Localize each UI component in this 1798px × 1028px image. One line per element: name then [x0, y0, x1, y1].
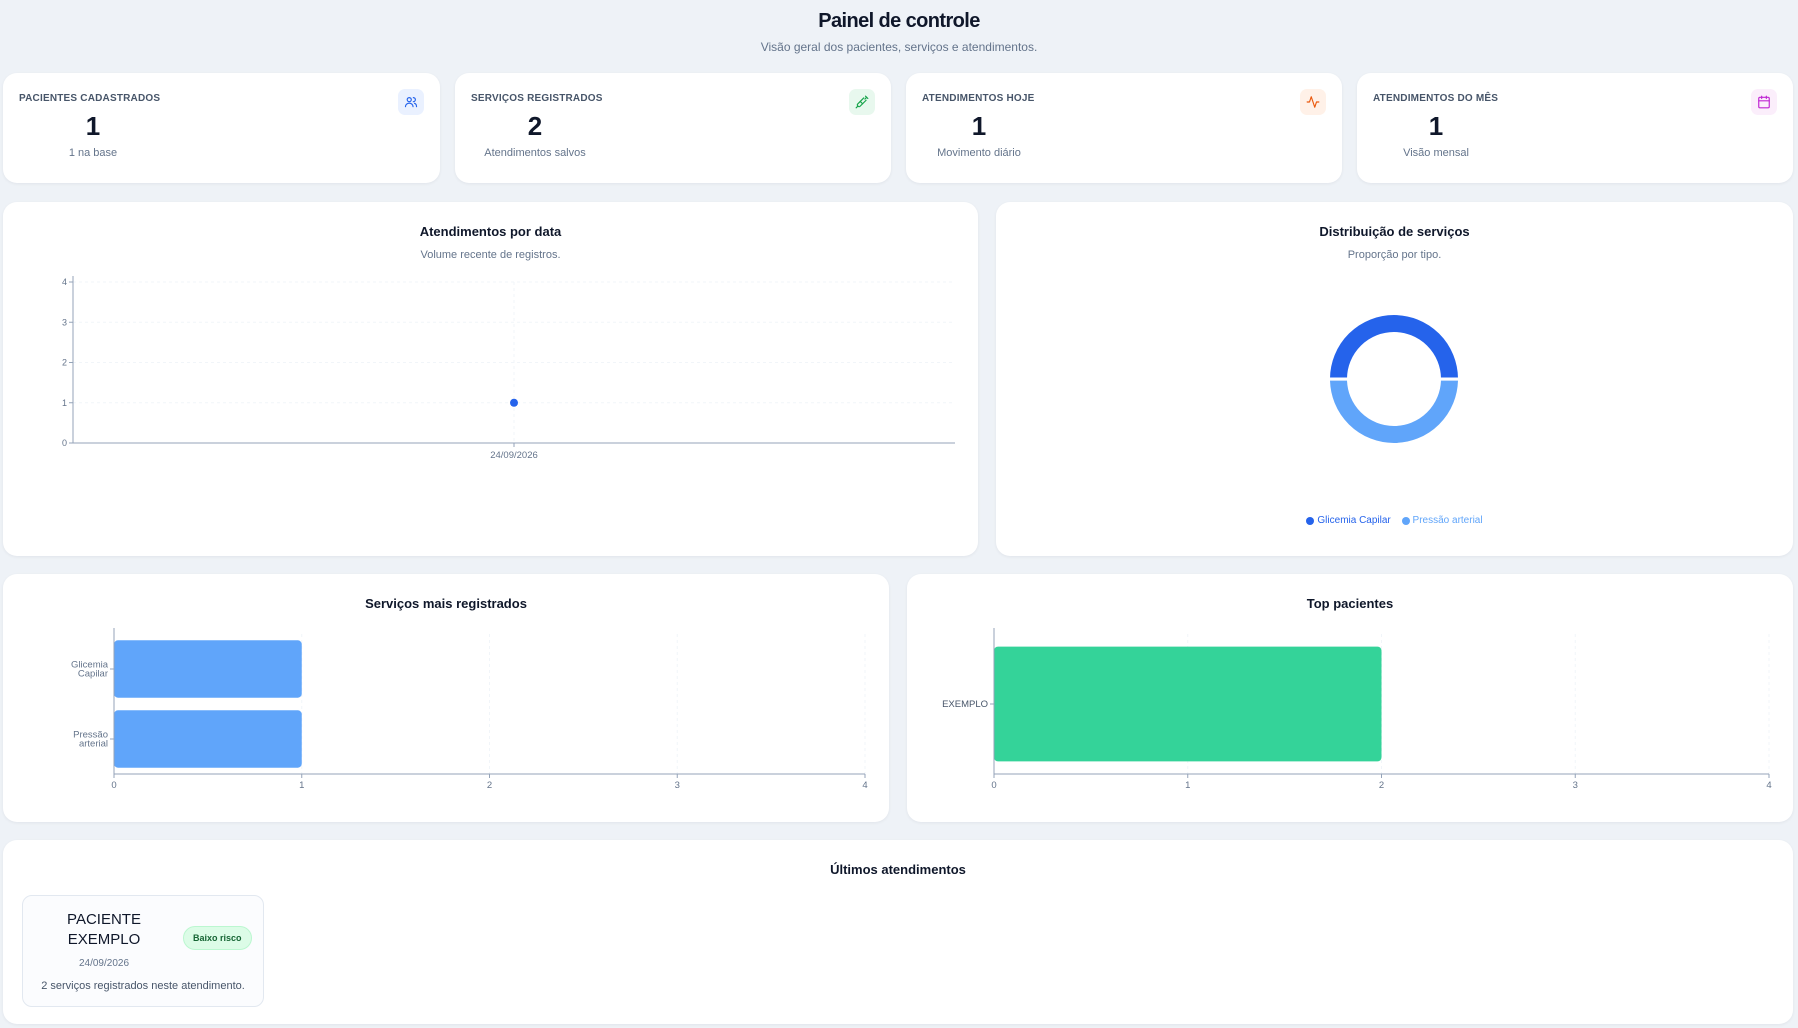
stat-label: PACIENTES CADASTRADOS: [19, 93, 161, 104]
x-tick-label: 1: [299, 780, 304, 791]
chart-card-top-patients: Top pacientes 0 1 2 3 4 EXEMPLO: [907, 574, 1793, 822]
chart-card-visits-by-date: Atendimentos por data Volume recente de …: [3, 202, 978, 556]
patient-name: PACIENTE EXEMPLO: [67, 911, 141, 948]
bar: [994, 646, 1382, 762]
legend-item[interactable]: Pressão arterial: [1401, 515, 1483, 526]
x-tick-label: 1: [1185, 780, 1190, 791]
bar: [114, 640, 302, 698]
visits-by-date-chart: 0 1 2 3 4 24/09/2026: [62, 276, 955, 461]
y-tick-label: 4: [62, 277, 67, 287]
legend-swatch: [1306, 516, 1315, 525]
legend-item[interactable]: Glicemia Capilar: [1306, 515, 1391, 526]
recent-visits-card: Últimos atendimentos PACIENTE EXEMPLO 24…: [3, 840, 1793, 1024]
y-tick-label: 3: [62, 317, 67, 327]
chart-card-top-services: Serviços mais registrados 0 1 2 3 4 Glicemia C…: [3, 574, 889, 822]
bar: [114, 710, 302, 768]
x-tick-label: 3: [1573, 780, 1578, 791]
service-distribution-chart: [1327, 313, 1461, 445]
x-tick-label: 4: [1766, 780, 1771, 791]
x-tick-label: 0: [991, 780, 996, 791]
activity-icon: [1300, 89, 1326, 115]
top-services-chart: 0 1 2 3 4 Glicemia Capilar Pressão arterial: [71, 628, 868, 791]
page-subtitle: Visão geral dos pacientes, serviços e at…: [760, 40, 1038, 54]
data-point: [510, 398, 518, 407]
stat-value: 2: [527, 111, 543, 141]
stat-value: 1: [85, 111, 101, 141]
x-tick-label: 3: [675, 780, 680, 791]
calendar-icon: [1751, 89, 1777, 115]
visit-date: 24/09/2026: [78, 958, 130, 969]
chart-legend: Glicemia Capilar Pressão arterial: [996, 515, 1793, 528]
page-header: Painel de controle Visão geral dos pacie…: [0, 8, 1798, 54]
section-title: Últimos atendimentos: [830, 862, 966, 877]
stat-sub: Visão mensal: [1403, 147, 1469, 159]
y-tick-label: Glicemia Capilar: [71, 660, 109, 680]
stat-sub: Movimento diário: [937, 147, 1021, 159]
y-tick-label: 1: [62, 398, 67, 408]
legend-label: Glicemia Capilar: [1317, 515, 1391, 526]
stat-card-today: ATENDIMENTOS HOJE 1 Movimento diário: [906, 73, 1342, 183]
x-tick-label: 24/09/2026: [490, 450, 538, 461]
y-tick-label: 2: [62, 358, 67, 368]
stat-label: ATENDIMENTOS HOJE: [922, 93, 1035, 104]
stat-card-month: ATENDIMENTOS DO MÊS 1 Visão mensal: [1357, 73, 1793, 183]
x-tick-label: 0: [111, 780, 116, 791]
top-patients-chart: 0 1 2 3 4 EXEMPLO: [942, 628, 1772, 791]
stat-sub: 1 na base: [68, 147, 118, 159]
stat-sub: Atendimentos salvos: [484, 147, 586, 159]
x-tick-label: 2: [1379, 780, 1384, 791]
page-title: Painel de controle: [818, 10, 980, 32]
users-icon: [398, 89, 424, 115]
risk-badge: Baixo risco: [183, 926, 252, 950]
stat-label: SERVIÇOS REGISTRADOS: [471, 93, 603, 104]
y-tick-label: EXEMPLO: [942, 699, 988, 710]
stat-card-services: SERVIÇOS REGISTRADOS 2 Atendimentos salv…: [455, 73, 891, 183]
visit-card[interactable]: PACIENTE EXEMPLO 24/09/2026 Baixo risco …: [22, 895, 264, 1007]
y-tick-label: 0: [62, 438, 67, 448]
stat-value: 1: [971, 111, 987, 141]
x-tick-label: 4: [862, 780, 867, 791]
y-tick-label: Pressão arterial: [73, 730, 108, 750]
visit-description: 2 serviços registrados neste atendimento…: [41, 980, 245, 992]
stat-value: 1: [1428, 111, 1444, 141]
legend-swatch: [1401, 516, 1410, 525]
chart-card-service-distribution: Distribuição de serviços Proporção por t…: [996, 202, 1793, 556]
x-tick-label: 2: [487, 780, 492, 791]
stat-label: ATENDIMENTOS DO MÊS: [1373, 93, 1499, 104]
legend-label: Pressão arterial: [1412, 515, 1483, 526]
pie-slice: [1327, 313, 1461, 380]
pie-slice: [1327, 378, 1461, 445]
stat-card-patients: PACIENTES CADASTRADOS 1 1 na base: [3, 73, 440, 183]
syringe-icon: [849, 89, 875, 115]
